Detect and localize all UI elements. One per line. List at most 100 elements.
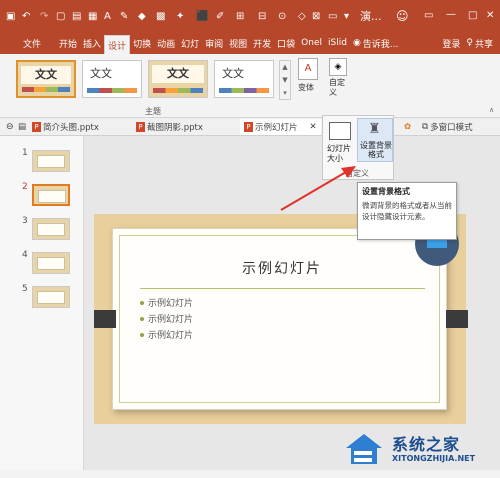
font-icon[interactable]: A — [104, 10, 111, 24]
tooltip-desc: 微调背景的格式或者从当前设计隐藏设计元素。 — [362, 201, 452, 221]
ribbon-display-icon[interactable]: ▭ — [424, 9, 433, 23]
grid-icon[interactable]: ⊞ — [236, 10, 244, 24]
select-icon[interactable]: ⊠ — [312, 10, 320, 24]
pen-icon[interactable]: ✐ — [216, 10, 224, 24]
login-button[interactable]: 登录 — [439, 32, 463, 54]
grid2-icon[interactable]: ⊟ — [258, 10, 266, 24]
slide-divider — [140, 288, 425, 289]
watermark-name: 系统之家 — [392, 435, 461, 454]
new-file-icon[interactable]: ▢ — [56, 10, 65, 24]
tab-animations[interactable]: 动画 — [154, 32, 178, 54]
theme-3[interactable]: 文文 — [148, 60, 208, 98]
dropdown-icon[interactable]: ▾ — [344, 10, 349, 24]
document-tabs: ⊖ ▤ P 简介头图.pptx P 截图阴影.pptx P 示例幻灯片 ✕ ✿ … — [0, 118, 500, 136]
customize-dropdown: 幻灯片大小 ♜ 设置背景格式 自定义 — [322, 115, 394, 180]
doc-tab-3[interactable]: P 示例幻灯片 ✕ — [240, 119, 321, 135]
tab-slideshow[interactable]: 幻灯 — [178, 32, 202, 54]
tab-developer[interactable]: 开发 — [250, 32, 274, 54]
undo-icon[interactable]: ↶ — [22, 10, 30, 24]
layout-icon[interactable]: ▦ — [88, 10, 97, 24]
tab-transitions[interactable]: 切换 — [130, 32, 154, 54]
tab-design[interactable]: 设计 — [104, 35, 131, 54]
tell-me-label: 告诉我... — [362, 39, 399, 50]
share-button[interactable]: ♀ 共享 — [463, 32, 496, 54]
slide-bullet-3[interactable]: 示例幻灯片 — [140, 328, 193, 341]
theme-2-label: 文文 — [90, 67, 112, 80]
slide-thumb-2[interactable] — [32, 184, 70, 206]
tab-insert[interactable]: 插入 — [80, 32, 104, 54]
lightbulb-icon: ◉ — [352, 38, 361, 48]
slide-number-5: 5 — [22, 284, 28, 294]
tab-onekey[interactable]: Onel — [298, 32, 325, 54]
tape-left — [94, 310, 116, 328]
ppt-icon: P — [244, 122, 253, 132]
group-label-custom: 自定义 — [345, 169, 369, 178]
wand-icon[interactable]: ✦ — [176, 10, 184, 24]
tab-home[interactable]: 开始 — [56, 32, 80, 54]
slide-thumb-4[interactable] — [32, 252, 70, 274]
group-label-themes: 主题 — [145, 107, 161, 116]
slide-number-4: 4 — [22, 250, 28, 260]
eraser-icon[interactable]: ⬛ — [196, 10, 208, 24]
close-tab-icon[interactable]: ✕ — [310, 122, 317, 132]
picture-icon[interactable]: ▩ — [156, 10, 165, 24]
custom-label[interactable]: 自定义 — [329, 78, 351, 98]
theme-2[interactable]: 文文 — [82, 60, 142, 98]
circle-icon[interactable]: ⊙ — [278, 10, 286, 24]
shape-icon[interactable]: ◆ — [138, 10, 146, 24]
tab-file[interactable]: 文件 — [20, 32, 44, 54]
slide-bullet-1[interactable]: 示例幻灯片 — [140, 296, 193, 309]
multiwindow-label: 多窗口模式 — [430, 123, 473, 133]
tab-view[interactable]: 视图 — [226, 32, 250, 54]
slide-title[interactable]: 示例幻灯片 — [242, 258, 322, 278]
tab-nav-icon[interactable]: ⊖ — [6, 119, 14, 135]
theme-1-label: 文文 — [21, 66, 71, 84]
slide-thumb-3[interactable] — [32, 218, 70, 240]
doc-tab-1[interactable]: P 简介头图.pptx — [32, 119, 99, 135]
slide-bullet-2[interactable]: 示例幻灯片 — [140, 312, 193, 325]
custom-icon[interactable]: ◈ — [329, 58, 347, 76]
file-icon[interactable]: ▤ — [18, 119, 26, 135]
title-bar: ▣ ↶ ↷ ▢ ▤ ▦ A ✎ ◆ ▩ ✦ ⬛ ✐ ⊞ ⊟ ⊙ ◇ ⊠ ▭ ▾ … — [0, 0, 500, 32]
doc-tab-2[interactable]: P 截图阴影.pptx — [136, 119, 203, 135]
slide-number-1: 1 — [22, 148, 28, 158]
tooltip-title: 设置背景格式 — [362, 187, 410, 196]
slide-size-button[interactable]: 幻灯片大小 — [327, 144, 357, 164]
bg-format-button[interactable]: ♜ 设置背景格式 — [357, 118, 393, 162]
tooltip: 设置背景格式 微调背景的格式或者从当前设计隐藏设计元素。 — [357, 182, 457, 240]
close-icon[interactable]: ✕ — [486, 9, 494, 23]
tab-islide[interactable]: iSlid — [325, 32, 350, 54]
app-title: 演... — [360, 10, 382, 23]
theme-4[interactable]: 文文 — [214, 60, 274, 98]
text-box-icon[interactable]: ▭ — [328, 10, 337, 24]
multiwindow-button[interactable]: ⧉ 多窗口模式 — [422, 119, 473, 135]
shape2-icon[interactable]: ◇ — [298, 10, 306, 24]
variant-label[interactable]: 变体 — [298, 82, 314, 93]
tab-review[interactable]: 审阅 — [202, 32, 226, 54]
tell-me[interactable]: ◉ 告诉我... — [350, 32, 401, 54]
theme-2-swatches — [87, 88, 137, 93]
paint-icon[interactable]: ✎ — [120, 10, 128, 24]
theme-1[interactable]: 文文 — [16, 60, 76, 98]
theme-3-swatches — [153, 88, 203, 93]
open-icon[interactable]: ▤ — [72, 10, 81, 24]
slide-thumb-1[interactable] — [32, 150, 70, 172]
collapse-ribbon-icon[interactable]: ∧ — [489, 106, 494, 114]
ribbon-tabs: 文件 开始 插入 设计 切换 动画 幻灯 审阅 视图 开发 口袋 Onel iS… — [0, 32, 500, 54]
maximize-icon[interactable]: □ — [468, 9, 477, 23]
settings-icon[interactable]: ✿ — [404, 119, 411, 135]
tab-pocket[interactable]: 口袋 — [274, 32, 298, 54]
doc-tab-2-label: 截图阴影.pptx — [147, 123, 203, 133]
theme-1-swatches — [22, 87, 70, 92]
variant-icon[interactable]: A — [298, 58, 318, 80]
bullet-1-text: 示例幻灯片 — [148, 299, 194, 309]
slide-thumb-5[interactable] — [32, 286, 70, 308]
slide-number-3: 3 — [22, 216, 28, 226]
slide-size-icon[interactable] — [329, 122, 351, 140]
save-icon[interactable]: ▣ — [6, 10, 15, 24]
redo-icon[interactable]: ↷ — [40, 10, 48, 24]
doc-tab-1-label: 简介头图.pptx — [43, 123, 99, 133]
account-icon[interactable]: ☺ — [396, 9, 409, 23]
minimize-icon[interactable]: — — [446, 8, 456, 22]
theme-scroll[interactable]: ▲ ▼ ▾ — [279, 60, 291, 100]
